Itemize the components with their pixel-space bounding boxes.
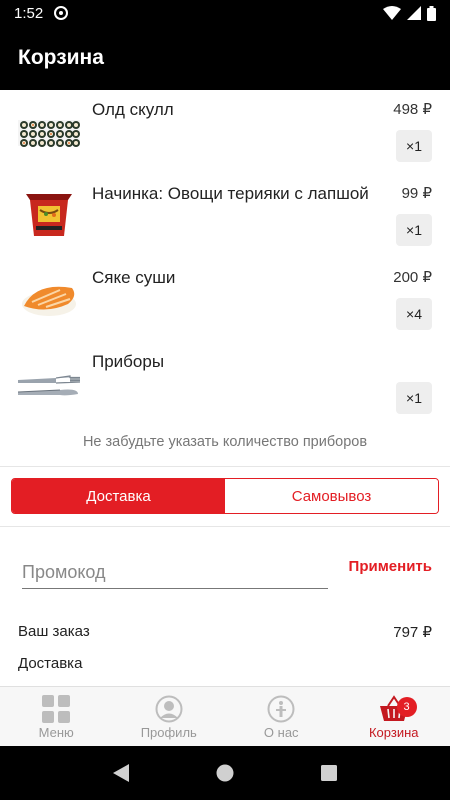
order-total-label: Ваш заказ [18,623,90,640]
status-time: 1:52 [14,4,44,22]
nav-item-menu[interactable]: Меню [0,687,113,746]
system-navigation [0,746,450,800]
salmon-nigiri-image [22,286,76,316]
signal-icon [407,6,421,20]
cart-count-badge: 3 [396,697,417,717]
cutlery-image [17,375,81,396]
quantity-button[interactable]: ×1 [396,214,432,246]
item-price: 99 ₽ [401,185,432,202]
divider [0,526,450,527]
sushi-set-image [18,120,80,147]
page-title: Корзина [18,46,104,69]
item-price: 200 ₽ [393,269,432,286]
cutlery-hint: Не забудьте указать количество приборов [82,434,368,450]
back-icon[interactable] [113,764,130,782]
item-name: Начинка: Овощи терияки с лапшой [92,184,369,203]
item-name: Приборы [92,352,165,371]
battery-icon [427,5,436,21]
status-bar: 1:52 [0,0,450,26]
cart-content[interactable]: Олд скулл 498 ₽ ×1 Начинка: Овощи терияк… [0,90,450,686]
order-total-row: Ваш заказ 797 ₽ [18,623,432,641]
nav-label: Корзина [368,725,419,740]
item-price: 498 ₽ [393,101,432,118]
nav-item-profile[interactable]: Профиль [113,687,226,746]
delivery-method-toggle[interactable]: Доставка Самовывоз [11,478,439,514]
quantity-button[interactable]: ×4 [396,298,432,330]
item-name: Сяке суши [92,268,176,287]
delivery-option[interactable]: Доставка [12,479,225,513]
apply-promo-button[interactable]: Применить [349,558,432,575]
nav-item-about[interactable]: О нас [225,687,338,746]
quantity-button[interactable]: ×1 [396,382,432,414]
info-icon [267,695,295,723]
delivery-cost-row: Доставка [18,655,432,672]
nav-item-cart[interactable]: Корзина 3 [338,687,450,746]
cart-item[interactable]: Начинка: Овощи терияки с лапшой 99 ₽ ×1 [0,174,450,258]
delivery-cost-label: Доставка [18,655,83,672]
cart-item[interactable]: Приборы ×1 [0,342,450,426]
cart-item[interactable]: Сяке суши 200 ₽ ×4 [0,258,450,342]
cart-item[interactable]: Олд скулл 498 ₽ ×1 [0,90,450,174]
pickup-option[interactable]: Самовывоз [225,479,438,513]
noodle-box-image [26,194,72,236]
order-total-value: 797 ₽ [393,624,432,641]
recents-icon[interactable] [320,765,337,781]
quantity-button[interactable]: ×1 [396,130,432,162]
divider [0,466,450,467]
grid-icon [42,695,71,723]
bottom-navigation: Меню Профиль О нас Корзина 3 [0,686,450,746]
nav-label: Профиль [140,725,197,740]
user-icon [155,695,183,723]
app-bar: Корзина [0,26,450,90]
item-name: Олд скулл [92,100,174,119]
home-icon[interactable] [216,764,234,782]
promo-code-input[interactable] [22,557,328,589]
notification-icon [54,6,69,20]
nav-label: Меню [38,725,74,740]
wifi-icon [383,6,401,20]
nav-label: О нас [263,725,299,740]
